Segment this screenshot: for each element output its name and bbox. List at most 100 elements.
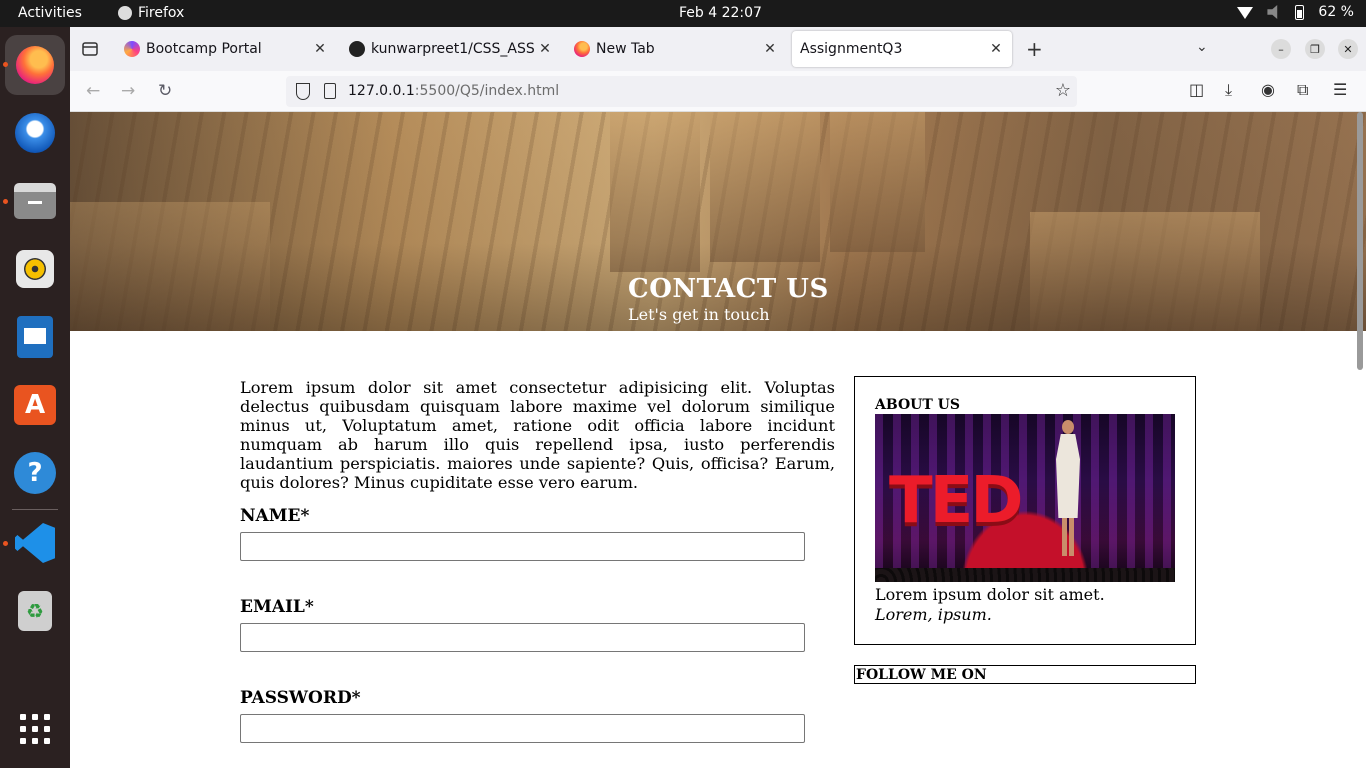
name-label: NAME*	[240, 506, 310, 526]
about-us-italic-text: Lorem, ipsum.	[875, 605, 992, 624]
bookmark-star-icon[interactable]: ☆	[1055, 80, 1071, 101]
system-top-bar: Activities Firefox Feb 4 22:07 62 %	[0, 0, 1366, 27]
browser-window: Bootcamp Portal ✕ kunwarpreet1/CSS_ASSIG…	[70, 27, 1366, 768]
wifi-icon	[1237, 7, 1254, 19]
dock-thunderbird[interactable]	[11, 109, 59, 157]
follow-me-title: FOLLOW ME ON	[856, 667, 987, 683]
tab-close-icon[interactable]: ✕	[535, 41, 555, 57]
url-path: :5500/Q5/index.html	[414, 83, 560, 99]
name-field[interactable]	[240, 532, 805, 561]
system-tray[interactable]: 62 %	[1237, 4, 1354, 20]
pocket-icon[interactable]: ◫	[1189, 80, 1204, 99]
navigation-toolbar: ← → ↻ 127.0.0.1:5500/Q5/index.html ☆ ◫ ⤓…	[70, 71, 1366, 112]
reload-icon[interactable]: ↻	[158, 81, 172, 101]
new-tab-button[interactable]: +	[1026, 37, 1043, 61]
running-indicator	[3, 541, 8, 546]
tab-github[interactable]: kunwarpreet1/CSS_ASSIGNMENT ✕	[341, 31, 561, 67]
volume-muted-icon	[1267, 5, 1278, 19]
hero-building-shape	[710, 112, 820, 262]
about-us-card: ABOUT US TED Lorem ipsum dolor sit amet.…	[854, 376, 1196, 645]
firefox-icon	[118, 6, 132, 20]
help-icon: ?	[14, 452, 56, 494]
hero-banner: CONTACT US Let's get in touch	[70, 112, 1366, 331]
hero-title: CONTACT US	[628, 274, 829, 304]
hero-building-shape	[610, 112, 700, 272]
trash-icon: ♻	[18, 591, 52, 631]
dock: A ? ♻	[0, 27, 70, 768]
account-icon[interactable]: ◉	[1261, 80, 1275, 99]
password-label: PASSWORD*	[240, 688, 361, 708]
tab-close-icon[interactable]: ✕	[986, 41, 1006, 57]
thunderbird-icon	[15, 113, 55, 153]
tracking-protection-shield-icon[interactable]	[296, 83, 310, 100]
show-apps-button[interactable]	[11, 705, 59, 753]
tab-close-icon[interactable]: ✕	[760, 41, 780, 57]
intro-paragraph: Lorem ipsum dolor sit amet consectetur a…	[240, 378, 835, 492]
tab-label: AssignmentQ3	[800, 41, 903, 57]
dock-separator	[12, 509, 58, 510]
running-indicator	[3, 199, 8, 204]
forward-arrow-icon[interactable]: →	[121, 81, 135, 101]
app-name: Firefox	[138, 5, 185, 21]
audience-silhouette	[875, 568, 1175, 582]
downloads-icon[interactable]: ⤓	[1225, 80, 1232, 100]
page-scrollbar[interactable]	[1357, 112, 1363, 370]
rhythmbox-icon	[16, 250, 54, 288]
tab-assignmentq3[interactable]: AssignmentQ3 ✕	[792, 31, 1012, 67]
bootcamp-favicon-icon	[124, 41, 140, 57]
tab-bar: Bootcamp Portal ✕ kunwarpreet1/CSS_ASSIG…	[70, 27, 1366, 71]
hero-building-shape	[830, 112, 925, 252]
dock-vscode[interactable]	[11, 519, 59, 567]
url-host: 127.0.0.1	[348, 83, 415, 99]
tab-label: kunwarpreet1/CSS_ASSIGNMENT	[371, 41, 535, 57]
battery-icon	[1295, 4, 1305, 20]
firefox-view-icon[interactable]	[80, 39, 100, 59]
minimize-button[interactable]: –	[1271, 39, 1291, 59]
activities-button[interactable]: Activities	[18, 5, 82, 21]
app-center-icon: A	[14, 385, 56, 425]
extensions-icon[interactable]: ⧉	[1297, 80, 1308, 100]
menu-hamburger-icon[interactable]: ☰	[1333, 80, 1347, 99]
follow-me-box: FOLLOW ME ON	[854, 665, 1196, 684]
url-text[interactable]: 127.0.0.1:5500/Q5/index.html	[348, 83, 559, 99]
dock-help[interactable]: ?	[11, 449, 59, 497]
dock-app-center[interactable]: A	[11, 381, 59, 429]
libreoffice-writer-icon	[17, 316, 53, 358]
url-bar[interactable]: 127.0.0.1:5500/Q5/index.html ☆	[286, 76, 1077, 107]
back-arrow-icon[interactable]: ←	[86, 81, 100, 101]
ted-logo-text: TED	[889, 464, 1023, 538]
clock[interactable]: Feb 4 22:07	[679, 5, 762, 21]
maximize-button[interactable]: ❐	[1305, 39, 1325, 59]
hero-subtitle: Let's get in touch	[628, 305, 770, 324]
ted-speaker-image: TED	[875, 414, 1175, 582]
files-icon	[14, 183, 56, 219]
list-all-tabs-chevron-down-icon[interactable]: ⌄	[1196, 39, 1208, 55]
page-content: CONTACT US Let's get in touch Lorem ipsu…	[70, 112, 1366, 768]
github-favicon-icon	[349, 41, 365, 57]
password-field[interactable]	[240, 714, 805, 743]
dock-firefox[interactable]	[5, 35, 65, 95]
running-indicator	[3, 62, 8, 67]
firefox-favicon-icon	[574, 41, 590, 57]
dock-files[interactable]	[11, 177, 59, 225]
app-menu[interactable]: Firefox	[118, 5, 184, 21]
tab-bootcamp-portal[interactable]: Bootcamp Portal ✕	[116, 31, 336, 67]
hero-building-shape	[70, 202, 270, 331]
firefox-icon	[16, 46, 54, 84]
battery-percent: 62 %	[1318, 4, 1354, 20]
show-apps-icon	[20, 714, 50, 744]
dock-rhythmbox[interactable]	[11, 245, 59, 293]
tab-label: New Tab	[596, 41, 655, 57]
dock-trash[interactable]: ♻	[11, 587, 59, 635]
email-field[interactable]	[240, 623, 805, 652]
tab-close-icon[interactable]: ✕	[310, 41, 330, 57]
email-label: EMAIL*	[240, 597, 314, 617]
dock-writer[interactable]	[11, 313, 59, 361]
tab-new-tab[interactable]: New Tab ✕	[566, 31, 786, 67]
page-info-icon[interactable]	[324, 83, 336, 99]
about-us-title: ABOUT US	[875, 397, 960, 413]
speaker-figure	[1053, 420, 1083, 556]
about-us-text: Lorem ipsum dolor sit amet.	[875, 585, 1105, 604]
vscode-icon	[15, 523, 55, 563]
close-window-button[interactable]: ✕	[1338, 39, 1358, 59]
